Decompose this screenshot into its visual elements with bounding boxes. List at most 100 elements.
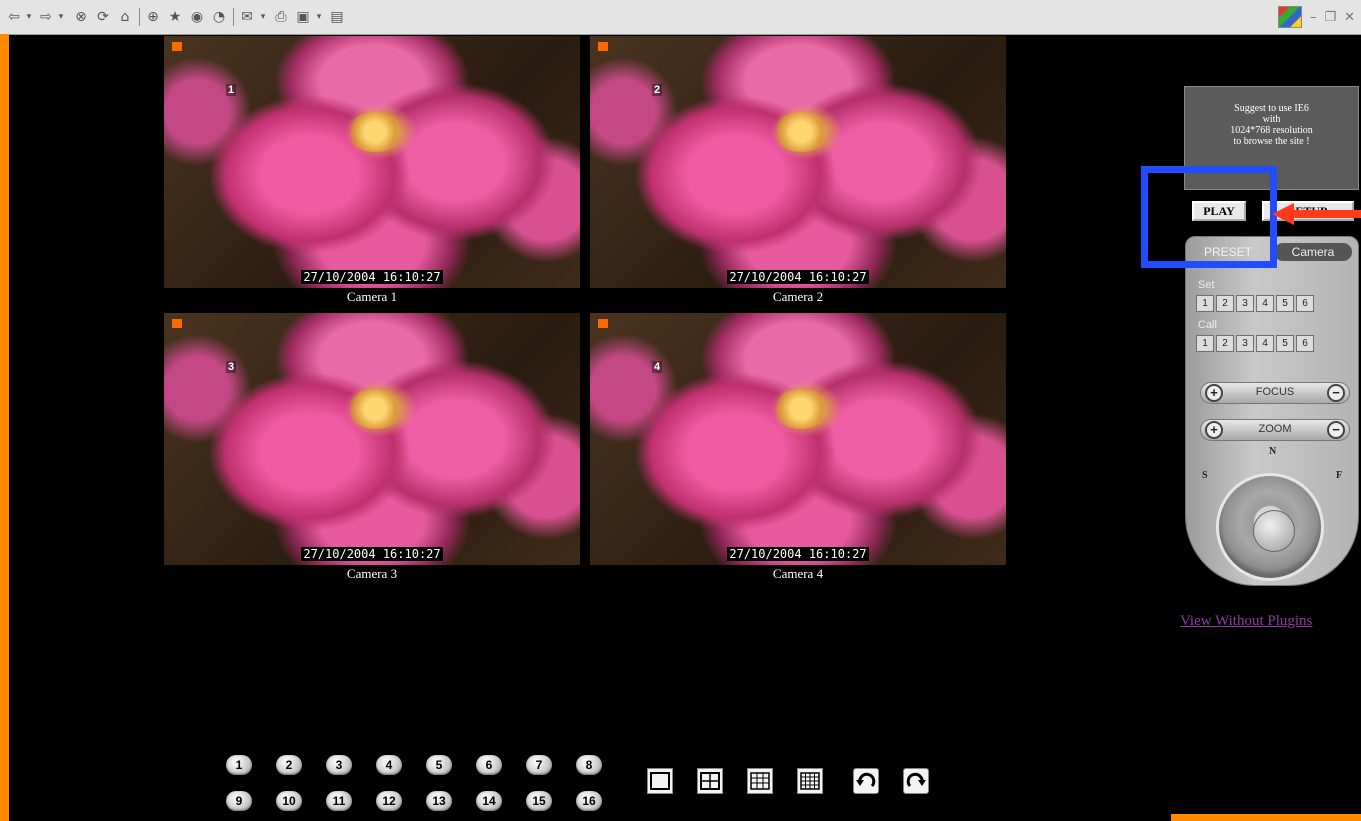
channel-15-button[interactable]: 15 [526, 791, 552, 811]
preset-call-1-button[interactable]: 1 [1196, 335, 1214, 352]
zoom-plus-button[interactable]: + [1205, 421, 1223, 439]
pan-tilt-joystick[interactable] [1216, 473, 1324, 581]
channel-7-button[interactable]: 7 [526, 755, 552, 775]
channel-9-button[interactable]: 9 [226, 791, 252, 811]
single-view-glyph [650, 772, 670, 790]
edit-icon[interactable]: ▣ [294, 7, 312, 27]
rotate-left-glyph [856, 772, 876, 788]
mail-icon[interactable]: ✉ [238, 7, 256, 27]
notice-line: Suggest to use IE6 [1234, 103, 1309, 114]
tab-camera[interactable]: Camera [1274, 243, 1352, 261]
preset-call-2-button[interactable]: 2 [1216, 335, 1234, 352]
call-label: Call [1198, 319, 1217, 331]
minimize-icon[interactable]: – [1310, 10, 1317, 25]
preset-set-3-button[interactable]: 3 [1236, 295, 1254, 312]
focus-minus-button[interactable]: − [1327, 384, 1345, 402]
nine-view-glyph [750, 772, 770, 790]
preset-call-3-button[interactable]: 3 [1236, 335, 1254, 352]
camera-tile-2[interactable]: 2 27/10/2004 16:10:27 Camera 2 [590, 36, 1006, 312]
favorites-icon[interactable]: ★ [166, 7, 184, 27]
camera-label: Camera 1 [346, 289, 398, 304]
zoom-label: ZOOM [1258, 423, 1292, 435]
discuss-icon[interactable]: ▤ [328, 7, 346, 27]
camera-label: Camera 3 [346, 566, 398, 581]
rotate-right-glyph [906, 772, 926, 788]
preset-call-6-button[interactable]: 6 [1296, 335, 1314, 352]
channel-10-button[interactable]: 10 [276, 791, 302, 811]
media-icon[interactable]: ◉ [188, 7, 206, 27]
camera-feed-4[interactable]: 4 27/10/2004 16:10:27 [590, 313, 1006, 565]
channel-11-button[interactable]: 11 [326, 791, 352, 811]
preset-set-1-button[interactable]: 1 [1196, 295, 1214, 312]
back-dropdown-icon[interactable]: ▾ [24, 7, 34, 27]
set-label: Set [1198, 279, 1215, 291]
highlight-box [1141, 166, 1277, 268]
print-icon[interactable]: ⎙ [272, 7, 290, 27]
quad-view-icon[interactable] [697, 768, 723, 794]
toolbar-separator [233, 8, 234, 26]
rotate-right-icon[interactable] [903, 768, 929, 794]
camera-feed-1[interactable]: 1 27/10/2004 16:10:27 [164, 36, 580, 288]
browser-toolbar: ⇦ ▾ ⇨ ▾ ⊗ ⟳ ⌂ ⊕ ★ ◉ ◔ ✉ ▾ ⎙ ▣ ▾ ▤ – ❐ ✕ [0, 0, 1361, 35]
compass-south-label: S [1202, 470, 1208, 481]
nine-view-icon[interactable] [747, 768, 773, 794]
refresh-icon[interactable]: ⟳ [94, 7, 112, 27]
camera-feed-3[interactable]: 3 27/10/2004 16:10:27 [164, 313, 580, 565]
windows-logo-icon [1277, 6, 1302, 28]
mail-dropdown-icon[interactable]: ▾ [258, 7, 268, 27]
channel-6-button[interactable]: 6 [476, 755, 502, 775]
focus-control: + FOCUS − [1200, 382, 1350, 404]
camera-feed-2[interactable]: 2 27/10/2004 16:10:27 [590, 36, 1006, 288]
camera-tile-4[interactable]: 4 27/10/2004 16:10:27 Camera 4 [590, 313, 1006, 589]
camera-label: Camera 2 [772, 289, 824, 304]
forward-arrow-icon[interactable]: ⇨ [38, 7, 54, 27]
channel-5-button[interactable]: 5 [426, 755, 452, 775]
channel-13-button[interactable]: 13 [426, 791, 452, 811]
search-icon[interactable]: ⊕ [144, 7, 162, 27]
view-without-plugins-link[interactable]: View Without Plugins [1180, 613, 1312, 630]
camera-number: 4 [652, 361, 663, 373]
forward-dropdown-icon[interactable]: ▾ [56, 7, 66, 27]
timestamp-overlay: 27/10/2004 16:10:27 [590, 545, 1006, 563]
preset-set-5-button[interactable]: 5 [1276, 295, 1294, 312]
edit-dropdown-icon[interactable]: ▾ [314, 7, 324, 27]
timestamp-overlay: 27/10/2004 16:10:27 [164, 545, 580, 563]
zoom-minus-button[interactable]: − [1327, 421, 1345, 439]
preset-set-2-button[interactable]: 2 [1216, 295, 1234, 312]
camera-tile-1[interactable]: 1 27/10/2004 16:10:27 Camera 1 [164, 36, 580, 312]
camera-label: Camera 4 [772, 566, 824, 581]
channel-2-button[interactable]: 2 [276, 755, 302, 775]
close-icon[interactable]: ✕ [1344, 10, 1355, 25]
joystick-knob[interactable] [1253, 510, 1295, 552]
timestamp-text: 27/10/2004 16:10:27 [727, 270, 869, 284]
channel-16-button[interactable]: 16 [576, 791, 602, 811]
channel-12-button[interactable]: 12 [376, 791, 402, 811]
channel-14-button[interactable]: 14 [476, 791, 502, 811]
channel-1-button[interactable]: 1 [226, 755, 252, 775]
stop-icon[interactable]: ⊗ [72, 7, 90, 27]
bottom-accent-bar [1171, 814, 1361, 821]
sixteen-view-icon[interactable] [797, 768, 823, 794]
preset-call-4-button[interactable]: 4 [1256, 335, 1274, 352]
restore-icon[interactable]: ❐ [1324, 10, 1336, 25]
preset-call-5-button[interactable]: 5 [1276, 335, 1294, 352]
rotate-left-icon[interactable] [853, 768, 879, 794]
preset-set-buttons: 1 2 3 4 5 6 [1196, 295, 1314, 312]
preset-set-6-button[interactable]: 6 [1296, 295, 1314, 312]
preset-set-4-button[interactable]: 4 [1256, 295, 1274, 312]
channel-4-button[interactable]: 4 [376, 755, 402, 775]
recording-indicator [598, 42, 608, 51]
back-arrow-icon[interactable]: ⇦ [6, 7, 22, 27]
timestamp-text: 27/10/2004 16:10:27 [301, 547, 443, 561]
history-icon[interactable]: ◔ [210, 7, 228, 27]
channel-3-button[interactable]: 3 [326, 755, 352, 775]
single-view-icon[interactable] [647, 768, 673, 794]
notice-line: to browse the site ! [1233, 136, 1310, 147]
recording-indicator [598, 319, 608, 328]
notice-line: with [1262, 114, 1281, 125]
channel-8-button[interactable]: 8 [576, 755, 602, 775]
focus-plus-button[interactable]: + [1205, 384, 1223, 402]
home-icon[interactable]: ⌂ [116, 7, 134, 27]
camera-tile-3[interactable]: 3 27/10/2004 16:10:27 Camera 3 [164, 313, 580, 589]
window-controls: – ❐ ✕ [1251, 0, 1361, 34]
